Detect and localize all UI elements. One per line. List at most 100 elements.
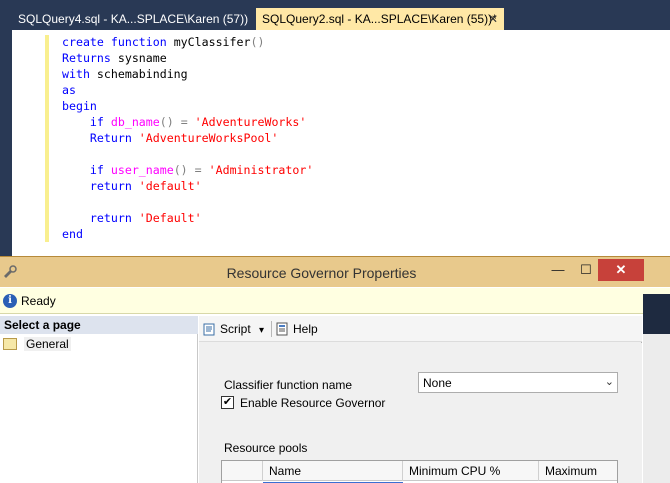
close-tab-icon[interactable]: ✕ [488,8,498,30]
code-token: with [62,67,90,81]
script-button[interactable]: Script ▾ [203,320,264,338]
tab-sqlquery2[interactable]: SQLQuery2.sql - KA...SPLACE\Karen (55))*… [256,8,504,30]
code-line[interactable]: if db_name() = 'AdventureWorks' [62,114,313,130]
page-icon [3,338,17,350]
code-token: = [180,115,188,129]
column-header-name[interactable]: Name [263,461,403,481]
code-token: myClassifer [166,35,251,49]
tab-label: SQLQuery4.sql - KA...SPLACE\Karen (57)) [18,12,249,26]
code-token: if [89,163,104,177]
minimize-button[interactable]: — [548,259,568,281]
code-token: 'Default' [138,211,202,225]
page-item-label: General [24,337,71,351]
script-icon [203,323,215,336]
code-token: () [159,115,174,129]
enable-resource-governor-label[interactable]: Enable Resource Governor [240,396,385,410]
code-token: return [89,211,132,225]
code-line[interactable]: Return 'AdventureWorksPool' [62,130,313,146]
editor-gutter [12,30,34,256]
dialog-title: Resource Governor Properties [226,265,417,281]
code-token: return [89,179,132,193]
maximize-button[interactable]: ☐ [576,259,596,281]
code-text[interactable]: create function myClassifer() Returns sys… [62,34,313,242]
toolbar-separator [271,321,272,337]
code-token: as [62,83,76,97]
code-token: = [194,163,202,177]
code-line[interactable]: return 'default' [62,178,313,194]
code-line[interactable]: create function myClassifer() [62,34,313,50]
dialog-titlebar[interactable]: Resource Governor Properties — ☐ ✕ [0,257,670,287]
code-line[interactable]: if user_name() = 'Administrator' [62,162,313,178]
general-page-form: Classifier function name None ⌄ ✔ Enable… [199,343,642,483]
code-line[interactable] [62,146,313,162]
status-text: Ready [21,294,56,308]
code-token: 'AdventureWorks' [194,115,307,129]
code-line[interactable]: with schemabinding [62,66,313,82]
code-line[interactable]: begin [62,98,313,114]
resource-pools-grid[interactable]: Name Minimum CPU % Maximum [221,460,618,483]
status-bar: i Ready [0,288,670,314]
tab-sqlquery4[interactable]: SQLQuery4.sql - KA...SPLACE\Karen (57)) [12,8,254,30]
info-icon: i [3,294,17,308]
code-line[interactable] [62,194,313,210]
column-header-max[interactable]: Maximum [539,461,617,481]
script-label: Script [220,322,251,336]
code-line[interactable]: as [62,82,313,98]
enable-resource-governor-checkbox[interactable]: ✔ [221,396,234,409]
query-editor[interactable]: create function myClassifer() Returns sys… [12,30,670,256]
classifier-function-label: Classifier function name [224,378,353,392]
code-line[interactable]: return 'Default' [62,210,313,226]
page-selector-header: Select a page [0,316,198,334]
column-header-min-cpu[interactable]: Minimum CPU % [403,461,539,481]
code-token: db_name [110,115,160,129]
code-token: 'AdventureWorksPool' [138,131,279,145]
code-token: () [173,163,188,177]
resource-governor-dialog: Resource Governor Properties — ☐ ✕ i Rea… [0,256,670,483]
chevron-down-icon[interactable]: ⌄ [605,375,614,388]
code-token: 'default' [138,179,202,193]
code-token: end [62,227,83,241]
change-indicator-bar [45,35,49,242]
classifier-function-select[interactable]: None ⌄ [418,372,618,393]
help-button[interactable]: Help [276,320,318,338]
code-token: sysname [110,51,167,65]
column-header-selector [222,461,263,481]
document-tab-strip: SQLQuery4.sql - KA...SPLACE\Karen (57)) … [0,0,670,30]
code-token: () [250,35,265,49]
code-line[interactable]: end [62,226,313,242]
code-token: Returns [62,51,111,65]
tab-label: SQLQuery2.sql - KA...SPLACE\Karen (55))* [262,12,497,26]
help-icon [276,322,288,336]
page-item-general[interactable]: General [3,335,193,353]
help-label: Help [293,322,318,336]
code-token: if [89,115,104,129]
code-token: function [110,35,167,49]
dialog-toolbar: Script ▾ Help [199,316,642,342]
code-token: begin [62,99,97,113]
chevron-down-icon[interactable]: ▾ [259,325,264,336]
code-token: create [62,35,104,49]
code-token: schemabinding [89,67,188,81]
resource-pools-label: Resource pools [224,441,308,455]
properties-content: Script ▾ Help Classifier function name N… [199,316,642,483]
close-button[interactable]: ✕ [598,259,644,281]
code-token: Return [89,131,132,145]
code-token: user_name [110,163,174,177]
code-line[interactable]: Returns sysname [62,50,313,66]
classifier-function-value: None [423,376,452,390]
